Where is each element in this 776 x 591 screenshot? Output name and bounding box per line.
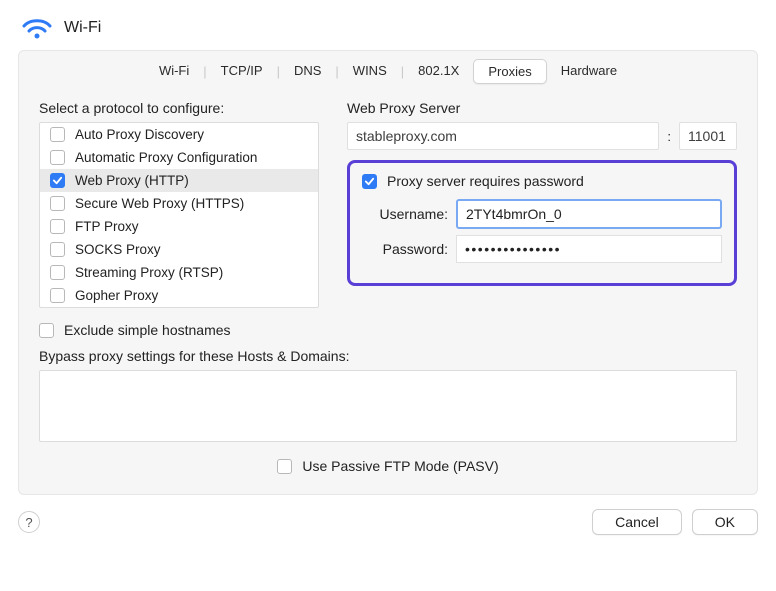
window-header: Wi-Fi bbox=[18, 12, 758, 50]
exclude-hostnames-label: Exclude simple hostnames bbox=[64, 322, 231, 338]
tab-802-1x[interactable]: 802.1X bbox=[404, 59, 473, 84]
tab-dns[interactable]: DNS bbox=[280, 59, 335, 84]
username-input[interactable]: 2TYt4bmrOn_0 bbox=[456, 199, 722, 229]
protocol-label: SOCKS Proxy bbox=[75, 242, 161, 257]
page-title: Wi-Fi bbox=[64, 19, 101, 37]
requires-password-label: Proxy server requires password bbox=[387, 173, 584, 189]
protocol-item[interactable]: Web Proxy (HTTP) bbox=[40, 169, 318, 192]
protocol-checkbox[interactable] bbox=[50, 173, 65, 188]
server-host-input[interactable]: stableproxy.com bbox=[347, 122, 659, 150]
protocol-label: Automatic Proxy Configuration bbox=[75, 150, 257, 165]
ok-button[interactable]: OK bbox=[692, 509, 758, 535]
protocol-checkbox[interactable] bbox=[50, 127, 65, 142]
tab-hardware[interactable]: Hardware bbox=[547, 59, 631, 84]
protocol-label: Gopher Proxy bbox=[75, 288, 158, 303]
password-label: Password: bbox=[362, 241, 456, 257]
server-port-input[interactable]: 11001 bbox=[679, 122, 737, 150]
passive-ftp-checkbox[interactable] bbox=[277, 459, 292, 474]
wifi-icon bbox=[22, 16, 52, 40]
protocol-item[interactable]: Secure Web Proxy (HTTPS) bbox=[40, 192, 318, 215]
bypass-label: Bypass proxy settings for these Hosts & … bbox=[39, 348, 737, 364]
protocol-checkbox[interactable] bbox=[50, 150, 65, 165]
host-port-separator: : bbox=[667, 129, 671, 144]
protocol-label: Streaming Proxy (RTSP) bbox=[75, 265, 223, 280]
cancel-button[interactable]: Cancel bbox=[592, 509, 682, 535]
protocol-item[interactable]: Streaming Proxy (RTSP) bbox=[40, 261, 318, 284]
passive-ftp-label: Use Passive FTP Mode (PASV) bbox=[302, 458, 498, 474]
bypass-textarea[interactable] bbox=[39, 370, 737, 442]
protocol-list[interactable]: Auto Proxy Discovery Automatic Proxy Conf… bbox=[39, 122, 319, 308]
password-input[interactable]: ••••••••••••••• bbox=[456, 235, 722, 263]
protocol-checkbox[interactable] bbox=[50, 288, 65, 303]
protocol-item[interactable]: FTP Proxy bbox=[40, 215, 318, 238]
server-label: Web Proxy Server bbox=[347, 100, 737, 116]
auth-highlight-box: Proxy server requires password Username:… bbox=[347, 160, 737, 286]
protocol-label: FTP Proxy bbox=[75, 219, 139, 234]
protocol-checkbox[interactable] bbox=[50, 196, 65, 211]
exclude-hostnames-checkbox[interactable] bbox=[39, 323, 54, 338]
tab-proxies[interactable]: Proxies bbox=[473, 59, 546, 84]
protocol-checkbox[interactable] bbox=[50, 265, 65, 280]
protocol-item[interactable]: Auto Proxy Discovery bbox=[40, 123, 318, 146]
username-label: Username: bbox=[362, 206, 456, 222]
tab-wi-fi[interactable]: Wi-Fi bbox=[145, 59, 203, 84]
protocol-item[interactable]: Gopher Proxy bbox=[40, 284, 318, 307]
tab-tcp-ip[interactable]: TCP/IP bbox=[207, 59, 277, 84]
protocol-item[interactable]: Automatic Proxy Configuration bbox=[40, 146, 318, 169]
protocol-label: Auto Proxy Discovery bbox=[75, 127, 204, 142]
tab-wins[interactable]: WINS bbox=[339, 59, 401, 84]
tab-bar: Wi-Fi|TCP/IP|DNS|WINS|802.1XProxiesHardw… bbox=[39, 51, 737, 100]
help-button[interactable]: ? bbox=[18, 511, 40, 533]
protocol-checkbox[interactable] bbox=[50, 219, 65, 234]
protocol-label: Secure Web Proxy (HTTPS) bbox=[75, 196, 244, 211]
protocol-item[interactable]: SOCKS Proxy bbox=[40, 238, 318, 261]
settings-panel: Wi-Fi|TCP/IP|DNS|WINS|802.1XProxiesHardw… bbox=[18, 50, 758, 495]
protocol-checkbox[interactable] bbox=[50, 242, 65, 257]
protocol-label: Select a protocol to configure: bbox=[39, 100, 319, 116]
protocol-label: Web Proxy (HTTP) bbox=[75, 173, 189, 188]
requires-password-checkbox[interactable] bbox=[362, 174, 377, 189]
